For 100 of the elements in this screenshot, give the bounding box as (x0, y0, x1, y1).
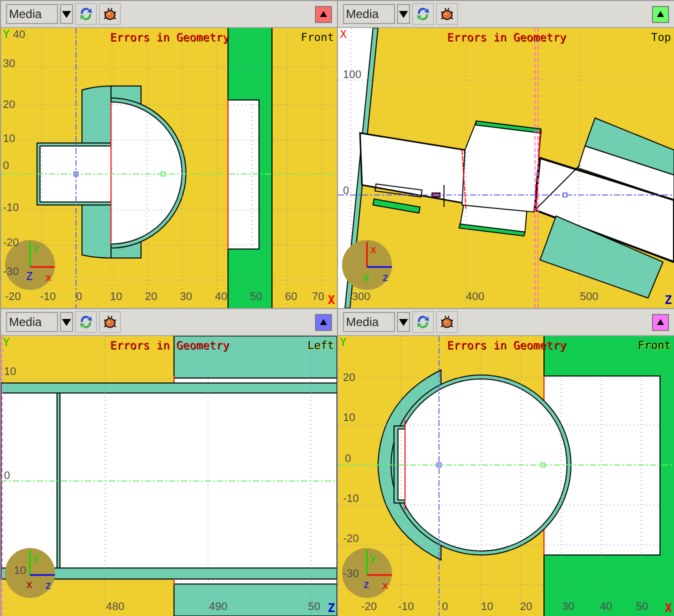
dropdown-button[interactable] (397, 312, 410, 332)
axis-tick-label: 50 (308, 601, 320, 613)
view-label: Front (638, 339, 671, 352)
bug-icon (439, 314, 455, 330)
refresh-icon (78, 6, 94, 22)
maximize-button[interactable] (652, 6, 669, 22)
axis-letter: Y (3, 29, 10, 41)
axis-letter: X (328, 294, 335, 306)
maximize-button[interactable] (652, 314, 669, 330)
axis-letter: X (340, 29, 347, 41)
axis-letter: x (382, 580, 389, 591)
axis-tick-label: 100 (343, 69, 362, 81)
media-select[interactable]: Media (6, 4, 58, 24)
refresh-button[interactable] (75, 3, 97, 25)
axis-tick-label: -20 (343, 533, 359, 545)
axis-letter: Z (26, 271, 33, 282)
axis-letter: x (45, 272, 52, 283)
media-select[interactable]: Media (343, 4, 395, 24)
axis-tick-label: 400 (466, 291, 484, 303)
axis-tick-label: -20 (361, 601, 377, 613)
axis-tick-label: 50 (636, 601, 648, 613)
axis-letter: Y (3, 337, 10, 349)
axis-tick-label: 50 (250, 291, 262, 303)
axis-letter: Y (33, 244, 40, 255)
bug-icon (102, 314, 118, 330)
axis-tick-label: 10 (343, 412, 356, 424)
media-select[interactable]: Media (6, 312, 58, 332)
view-label: Left (308, 339, 334, 352)
axis-tick-label: 0 (345, 453, 352, 465)
caret-icon (62, 318, 71, 326)
dropdown-button[interactable] (60, 312, 73, 332)
triangle-up-icon (320, 319, 327, 325)
axis-tick-label: 0 (76, 291, 82, 303)
maximize-button[interactable] (315, 314, 332, 330)
caret-icon (62, 10, 71, 18)
axis-tick-label: 30 (562, 601, 574, 613)
axis-letter: y (33, 552, 40, 563)
axis-tick-label: 30 (180, 291, 192, 303)
axis-tick-label: 0 (442, 601, 448, 613)
axis-letter: Z (664, 294, 672, 306)
axis-tick-label: 10 (4, 366, 16, 378)
axis-letter: y (370, 552, 377, 563)
axis-letter: Y (340, 337, 347, 349)
axis-tick-label: -10 (40, 291, 56, 303)
axis-tick-label: -10 (3, 202, 19, 214)
axis-letter: Z (328, 602, 335, 614)
refresh-icon (415, 314, 431, 330)
axis-letter: y (363, 271, 370, 282)
axis-tick-label: -20 (3, 237, 19, 249)
axis-lines-icon (366, 242, 392, 268)
bug-icon (102, 6, 118, 22)
axis-letter: x (26, 579, 33, 590)
bug-button[interactable] (99, 3, 121, 25)
axis-tick-label: 40 (215, 291, 228, 303)
axis-letter: z (45, 580, 52, 591)
axis-tick-label: 60 (285, 291, 298, 303)
view-label: Top (651, 31, 671, 44)
refresh-icon (78, 314, 94, 330)
axis-tick-label: 20 (343, 372, 356, 384)
axis-letter: X (664, 602, 672, 614)
axis-tick-label: 40 (13, 29, 26, 41)
axis-tick-label: 20 (520, 601, 532, 613)
axis-letter: z (382, 272, 389, 283)
refresh-icon (415, 6, 431, 22)
axis-lines-icon (366, 550, 392, 576)
axis-tick-label: 0 (343, 185, 350, 197)
axis-letter: z (363, 579, 370, 590)
bug-button[interactable] (436, 311, 458, 333)
bug-button[interactable] (99, 311, 121, 333)
axis-tick-label: 10 (3, 133, 16, 145)
axis-tick-label: 500 (580, 291, 598, 303)
axis-lines-icon (29, 242, 55, 268)
axis-tick-label: 70 (312, 291, 324, 303)
axis-tick-label: 30 (3, 58, 16, 70)
axis-tick-label: 10 (481, 601, 494, 613)
dropdown-button[interactable] (60, 4, 73, 24)
axis-tick-label: -10 (398, 601, 414, 613)
refresh-button[interactable] (75, 311, 97, 333)
media-select[interactable]: Media (343, 312, 395, 332)
caret-icon (399, 318, 408, 326)
error-title: Errors in Geometry (447, 31, 566, 44)
triangle-up-icon (657, 319, 664, 325)
bug-icon (439, 6, 455, 22)
axis-tick-label: 0 (4, 470, 10, 482)
axis-tick-label: 20 (145, 291, 158, 303)
axis-tick-label: 300 (352, 291, 370, 303)
maximize-button[interactable] (315, 6, 332, 22)
bug-button[interactable] (436, 3, 458, 25)
axis-letter: x (370, 244, 377, 255)
axis-tick-label: 480 (106, 601, 124, 613)
dropdown-button[interactable] (397, 4, 410, 24)
axis-tick-label: 20 (3, 99, 16, 111)
refresh-button[interactable] (412, 311, 434, 333)
refresh-button[interactable] (412, 3, 434, 25)
triangle-up-icon (320, 11, 327, 17)
axis-lines-icon (29, 550, 55, 576)
axis-tick-label: -30 (343, 568, 359, 580)
axis-tick-label: 10 (14, 565, 26, 577)
axis-tick-label: -10 (343, 493, 359, 505)
triangle-up-icon (657, 11, 664, 17)
